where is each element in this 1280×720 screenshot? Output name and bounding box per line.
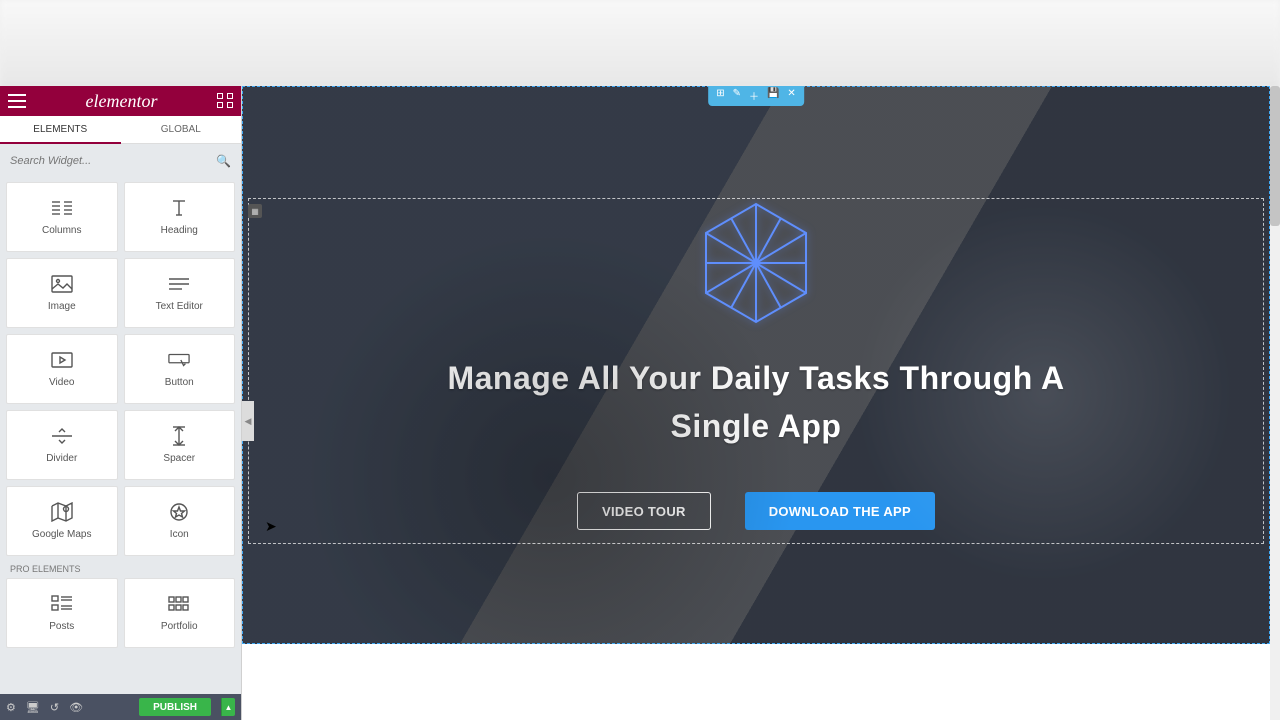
hero-heading[interactable]: Manage All Your Daily Tasks Through A Si… <box>436 354 1076 450</box>
widget-google-maps[interactable]: Google Maps <box>6 486 118 556</box>
sidebar-footer: ⚙ 🖥 ↺ 👁 PUBLISH ▲ <box>0 694 241 720</box>
widget-image[interactable]: Image <box>6 258 118 328</box>
posts-icon <box>51 595 73 613</box>
widget-label: Text Editor <box>156 301 203 312</box>
section-drag-icon[interactable]: ⊞ <box>716 88 724 103</box>
portfolio-icon <box>168 595 190 613</box>
widget-label: Google Maps <box>32 529 91 540</box>
divider-icon <box>51 427 73 445</box>
icon-icon <box>168 503 190 521</box>
menu-icon[interactable] <box>8 94 26 108</box>
widget-label: Heading <box>161 225 198 236</box>
widget-search: 🔍 <box>0 144 241 178</box>
widget-text-editor[interactable]: Text Editor <box>124 258 236 328</box>
tab-elements[interactable]: ELEMENTS <box>0 116 121 144</box>
search-input[interactable] <box>10 155 216 167</box>
section-save-icon[interactable]: 💾 <box>767 88 779 103</box>
widget-spacer[interactable]: Spacer <box>124 410 236 480</box>
preview-icon[interactable]: 👁 <box>69 701 83 714</box>
button-icon <box>168 351 190 369</box>
widget-label: Posts <box>49 621 74 632</box>
search-icon[interactable]: 🔍 <box>216 154 231 168</box>
spacer-icon <box>168 427 190 445</box>
heading-icon <box>168 199 190 217</box>
columns-icon <box>51 199 73 217</box>
google-maps-icon <box>51 503 73 521</box>
hero-buttons: VIDEO TOUR DOWNLOAD THE APP <box>577 492 935 530</box>
widget-label: Columns <box>42 225 81 236</box>
hero-section[interactable]: ⊞ ✎ ＋ 💾 ✕ ▦ Manage All Your Daily Tasks … <box>242 86 1270 644</box>
section-add-icon[interactable]: ＋ <box>749 88 759 103</box>
brand-logo: elementor <box>86 91 158 112</box>
widget-label: Video <box>49 377 74 388</box>
text-editor-icon <box>168 275 190 293</box>
section-edit-icon[interactable]: ✎ <box>733 88 741 103</box>
video-tour-button[interactable]: VIDEO TOUR <box>577 492 711 530</box>
widget-heading[interactable]: Heading <box>124 182 236 252</box>
app-frame: elementor ELEMENTS GLOBAL 🔍 Columns Headi… <box>0 86 1280 720</box>
image-icon <box>51 275 73 293</box>
scrollbar-thumb[interactable] <box>1270 86 1280 226</box>
pro-section-label: PRO ELEMENTS <box>6 556 235 578</box>
publish-dropdown[interactable]: ▲ <box>221 698 235 716</box>
widget-label: Button <box>165 377 194 388</box>
settings-icon[interactable]: ⚙ <box>6 701 16 714</box>
widget-posts[interactable]: Posts <box>6 578 118 648</box>
responsive-icon[interactable]: 🖥 <box>26 701 40 714</box>
column-handle-icon[interactable]: ▦ <box>248 204 262 218</box>
widget-video[interactable]: Video <box>6 334 118 404</box>
download-app-button[interactable]: DOWNLOAD THE APP <box>745 492 935 530</box>
widget-button[interactable]: Button <box>124 334 236 404</box>
widgets-grid-icon[interactable] <box>217 93 233 109</box>
video-icon <box>51 351 73 369</box>
widget-columns[interactable]: Columns <box>6 182 118 252</box>
sidebar-header: elementor <box>0 86 241 116</box>
widget-label: Icon <box>170 529 189 540</box>
widget-label: Image <box>48 301 76 312</box>
history-icon[interactable]: ↺ <box>50 701 59 714</box>
hero-cube-icon <box>701 200 811 326</box>
editor-canvas[interactable]: ◀ ⊞ ✎ ＋ 💾 ✕ ▦ Manage All Your Dail <box>242 86 1280 720</box>
publish-button[interactable]: PUBLISH <box>139 698 211 716</box>
section-outline <box>242 86 1270 644</box>
vertical-scrollbar[interactable] <box>1270 86 1280 720</box>
widget-label: Divider <box>46 453 77 464</box>
widget-list: Columns Heading Image Text Editor Video Butto… <box>0 178 241 694</box>
tab-global[interactable]: GLOBAL <box>121 116 242 144</box>
widget-label: Spacer <box>163 453 195 464</box>
section-toolbar: ⊞ ✎ ＋ 💾 ✕ <box>708 86 804 106</box>
widget-label: Portfolio <box>161 621 198 632</box>
widget-portfolio[interactable]: Portfolio <box>124 578 236 648</box>
panel-collapse-handle[interactable]: ◀ <box>242 401 254 441</box>
sidebar-tabs: ELEMENTS GLOBAL <box>0 116 241 144</box>
section-close-icon[interactable]: ✕ <box>787 88 795 103</box>
editor-sidebar: elementor ELEMENTS GLOBAL 🔍 Columns Headi… <box>0 86 242 720</box>
widget-icon[interactable]: Icon <box>124 486 236 556</box>
widget-divider[interactable]: Divider <box>6 410 118 480</box>
browser-chrome <box>0 0 1280 86</box>
